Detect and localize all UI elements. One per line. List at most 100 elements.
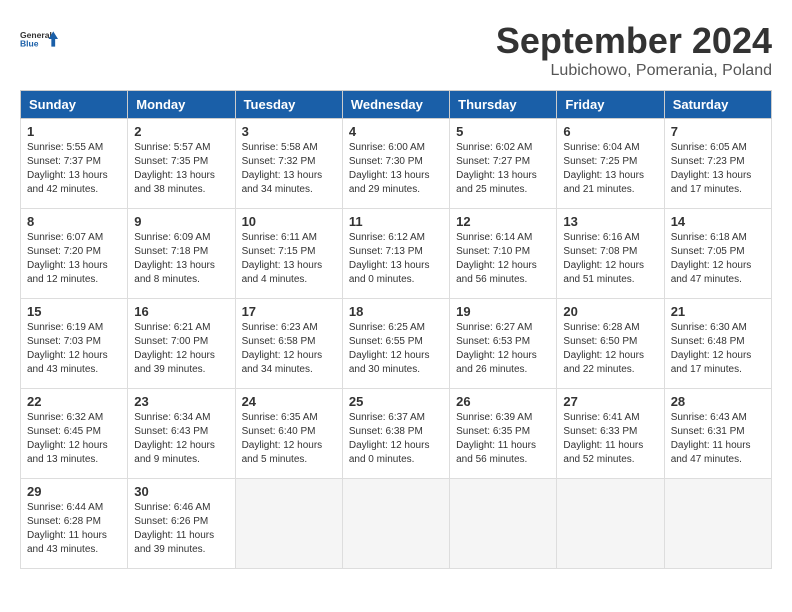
- calendar-week-5: 29 Sunrise: 6:44 AMSunset: 6:28 PMDaylig…: [21, 479, 772, 569]
- calendar-day: 14 Sunrise: 6:18 AMSunset: 7:05 PMDaylig…: [664, 209, 771, 299]
- day-number: 22: [27, 394, 121, 409]
- day-number: 13: [563, 214, 657, 229]
- calendar-day: 3 Sunrise: 5:58 AMSunset: 7:32 PMDayligh…: [235, 119, 342, 209]
- col-header-wednesday: Wednesday: [342, 91, 449, 119]
- svg-text:Blue: Blue: [20, 39, 39, 49]
- day-info: Sunrise: 6:11 AMSunset: 7:15 PMDaylight:…: [242, 231, 336, 287]
- day-info: Sunrise: 6:09 AMSunset: 7:18 PMDaylight:…: [134, 231, 228, 287]
- calendar-day: 5 Sunrise: 6:02 AMSunset: 7:27 PMDayligh…: [450, 119, 557, 209]
- page-header: General Blue September 2024 Lubichowo, P…: [20, 20, 772, 80]
- day-info: Sunrise: 6:44 AMSunset: 6:28 PMDaylight:…: [27, 501, 121, 557]
- calendar-day: 7 Sunrise: 6:05 AMSunset: 7:23 PMDayligh…: [664, 119, 771, 209]
- calendar-day: 6 Sunrise: 6:04 AMSunset: 7:25 PMDayligh…: [557, 119, 664, 209]
- day-number: 8: [27, 214, 121, 229]
- day-info: Sunrise: 6:30 AMSunset: 6:48 PMDaylight:…: [671, 321, 765, 377]
- day-info: Sunrise: 6:25 AMSunset: 6:55 PMDaylight:…: [349, 321, 443, 377]
- location-subtitle: Lubichowo, Pomerania, Poland: [496, 62, 772, 80]
- calendar-day: 30 Sunrise: 6:46 AMSunset: 6:26 PMDaylig…: [128, 479, 235, 569]
- calendar-day: 19 Sunrise: 6:27 AMSunset: 6:53 PMDaylig…: [450, 299, 557, 389]
- calendar-day: 9 Sunrise: 6:09 AMSunset: 7:18 PMDayligh…: [128, 209, 235, 299]
- calendar-week-2: 8 Sunrise: 6:07 AMSunset: 7:20 PMDayligh…: [21, 209, 772, 299]
- title-block: September 2024 Lubichowo, Pomerania, Pol…: [496, 20, 772, 80]
- calendar-day: [664, 479, 771, 569]
- day-number: 9: [134, 214, 228, 229]
- day-info: Sunrise: 5:55 AMSunset: 7:37 PMDaylight:…: [27, 141, 121, 197]
- day-info: Sunrise: 6:46 AMSunset: 6:26 PMDaylight:…: [134, 501, 228, 557]
- day-info: Sunrise: 6:37 AMSunset: 6:38 PMDaylight:…: [349, 411, 443, 467]
- day-number: 15: [27, 304, 121, 319]
- calendar-day: 8 Sunrise: 6:07 AMSunset: 7:20 PMDayligh…: [21, 209, 128, 299]
- day-info: Sunrise: 6:02 AMSunset: 7:27 PMDaylight:…: [456, 141, 550, 197]
- col-header-friday: Friday: [557, 91, 664, 119]
- calendar-day: 21 Sunrise: 6:30 AMSunset: 6:48 PMDaylig…: [664, 299, 771, 389]
- day-info: Sunrise: 6:18 AMSunset: 7:05 PMDaylight:…: [671, 231, 765, 287]
- calendar-week-3: 15 Sunrise: 6:19 AMSunset: 7:03 PMDaylig…: [21, 299, 772, 389]
- day-number: 17: [242, 304, 336, 319]
- day-info: Sunrise: 6:28 AMSunset: 6:50 PMDaylight:…: [563, 321, 657, 377]
- day-number: 11: [349, 214, 443, 229]
- day-number: 27: [563, 394, 657, 409]
- day-number: 23: [134, 394, 228, 409]
- day-number: 4: [349, 124, 443, 139]
- day-info: Sunrise: 6:14 AMSunset: 7:10 PMDaylight:…: [456, 231, 550, 287]
- day-info: Sunrise: 6:04 AMSunset: 7:25 PMDaylight:…: [563, 141, 657, 197]
- col-header-sunday: Sunday: [21, 91, 128, 119]
- calendar-day: 13 Sunrise: 6:16 AMSunset: 7:08 PMDaylig…: [557, 209, 664, 299]
- calendar-day: 20 Sunrise: 6:28 AMSunset: 6:50 PMDaylig…: [557, 299, 664, 389]
- calendar-day: 23 Sunrise: 6:34 AMSunset: 6:43 PMDaylig…: [128, 389, 235, 479]
- day-number: 18: [349, 304, 443, 319]
- day-number: 25: [349, 394, 443, 409]
- calendar-week-4: 22 Sunrise: 6:32 AMSunset: 6:45 PMDaylig…: [21, 389, 772, 479]
- logo-svg: General Blue: [20, 20, 58, 58]
- calendar-day: 24 Sunrise: 6:35 AMSunset: 6:40 PMDaylig…: [235, 389, 342, 479]
- day-number: 3: [242, 124, 336, 139]
- day-info: Sunrise: 6:23 AMSunset: 6:58 PMDaylight:…: [242, 321, 336, 377]
- calendar-day: 4 Sunrise: 6:00 AMSunset: 7:30 PMDayligh…: [342, 119, 449, 209]
- calendar-day: [342, 479, 449, 569]
- day-info: Sunrise: 6:34 AMSunset: 6:43 PMDaylight:…: [134, 411, 228, 467]
- day-number: 14: [671, 214, 765, 229]
- col-header-saturday: Saturday: [664, 91, 771, 119]
- col-header-monday: Monday: [128, 91, 235, 119]
- calendar-day: 16 Sunrise: 6:21 AMSunset: 7:00 PMDaylig…: [128, 299, 235, 389]
- col-header-thursday: Thursday: [450, 91, 557, 119]
- logo: General Blue: [20, 20, 58, 58]
- day-number: 12: [456, 214, 550, 229]
- day-info: Sunrise: 6:07 AMSunset: 7:20 PMDaylight:…: [27, 231, 121, 287]
- day-info: Sunrise: 6:21 AMSunset: 7:00 PMDaylight:…: [134, 321, 228, 377]
- month-title: September 2024: [496, 20, 772, 62]
- day-number: 20: [563, 304, 657, 319]
- col-header-tuesday: Tuesday: [235, 91, 342, 119]
- calendar-table: SundayMondayTuesdayWednesdayThursdayFrid…: [20, 90, 772, 569]
- day-info: Sunrise: 6:41 AMSunset: 6:33 PMDaylight:…: [563, 411, 657, 467]
- day-number: 28: [671, 394, 765, 409]
- calendar-day: 22 Sunrise: 6:32 AMSunset: 6:45 PMDaylig…: [21, 389, 128, 479]
- day-info: Sunrise: 6:39 AMSunset: 6:35 PMDaylight:…: [456, 411, 550, 467]
- day-info: Sunrise: 6:16 AMSunset: 7:08 PMDaylight:…: [563, 231, 657, 287]
- calendar-day: 18 Sunrise: 6:25 AMSunset: 6:55 PMDaylig…: [342, 299, 449, 389]
- day-number: 2: [134, 124, 228, 139]
- day-number: 5: [456, 124, 550, 139]
- calendar-day: [450, 479, 557, 569]
- calendar-day: 15 Sunrise: 6:19 AMSunset: 7:03 PMDaylig…: [21, 299, 128, 389]
- calendar-day: 1 Sunrise: 5:55 AMSunset: 7:37 PMDayligh…: [21, 119, 128, 209]
- calendar-day: 25 Sunrise: 6:37 AMSunset: 6:38 PMDaylig…: [342, 389, 449, 479]
- calendar-day: 2 Sunrise: 5:57 AMSunset: 7:35 PMDayligh…: [128, 119, 235, 209]
- day-info: Sunrise: 6:05 AMSunset: 7:23 PMDaylight:…: [671, 141, 765, 197]
- day-number: 16: [134, 304, 228, 319]
- calendar-week-1: 1 Sunrise: 5:55 AMSunset: 7:37 PMDayligh…: [21, 119, 772, 209]
- day-info: Sunrise: 6:32 AMSunset: 6:45 PMDaylight:…: [27, 411, 121, 467]
- day-info: Sunrise: 6:19 AMSunset: 7:03 PMDaylight:…: [27, 321, 121, 377]
- calendar-day: 27 Sunrise: 6:41 AMSunset: 6:33 PMDaylig…: [557, 389, 664, 479]
- day-number: 7: [671, 124, 765, 139]
- day-number: 6: [563, 124, 657, 139]
- day-info: Sunrise: 6:27 AMSunset: 6:53 PMDaylight:…: [456, 321, 550, 377]
- day-number: 10: [242, 214, 336, 229]
- day-number: 26: [456, 394, 550, 409]
- day-info: Sunrise: 6:43 AMSunset: 6:31 PMDaylight:…: [671, 411, 765, 467]
- day-info: Sunrise: 6:35 AMSunset: 6:40 PMDaylight:…: [242, 411, 336, 467]
- calendar-day: 11 Sunrise: 6:12 AMSunset: 7:13 PMDaylig…: [342, 209, 449, 299]
- day-info: Sunrise: 6:00 AMSunset: 7:30 PMDaylight:…: [349, 141, 443, 197]
- day-number: 30: [134, 484, 228, 499]
- calendar-day: [557, 479, 664, 569]
